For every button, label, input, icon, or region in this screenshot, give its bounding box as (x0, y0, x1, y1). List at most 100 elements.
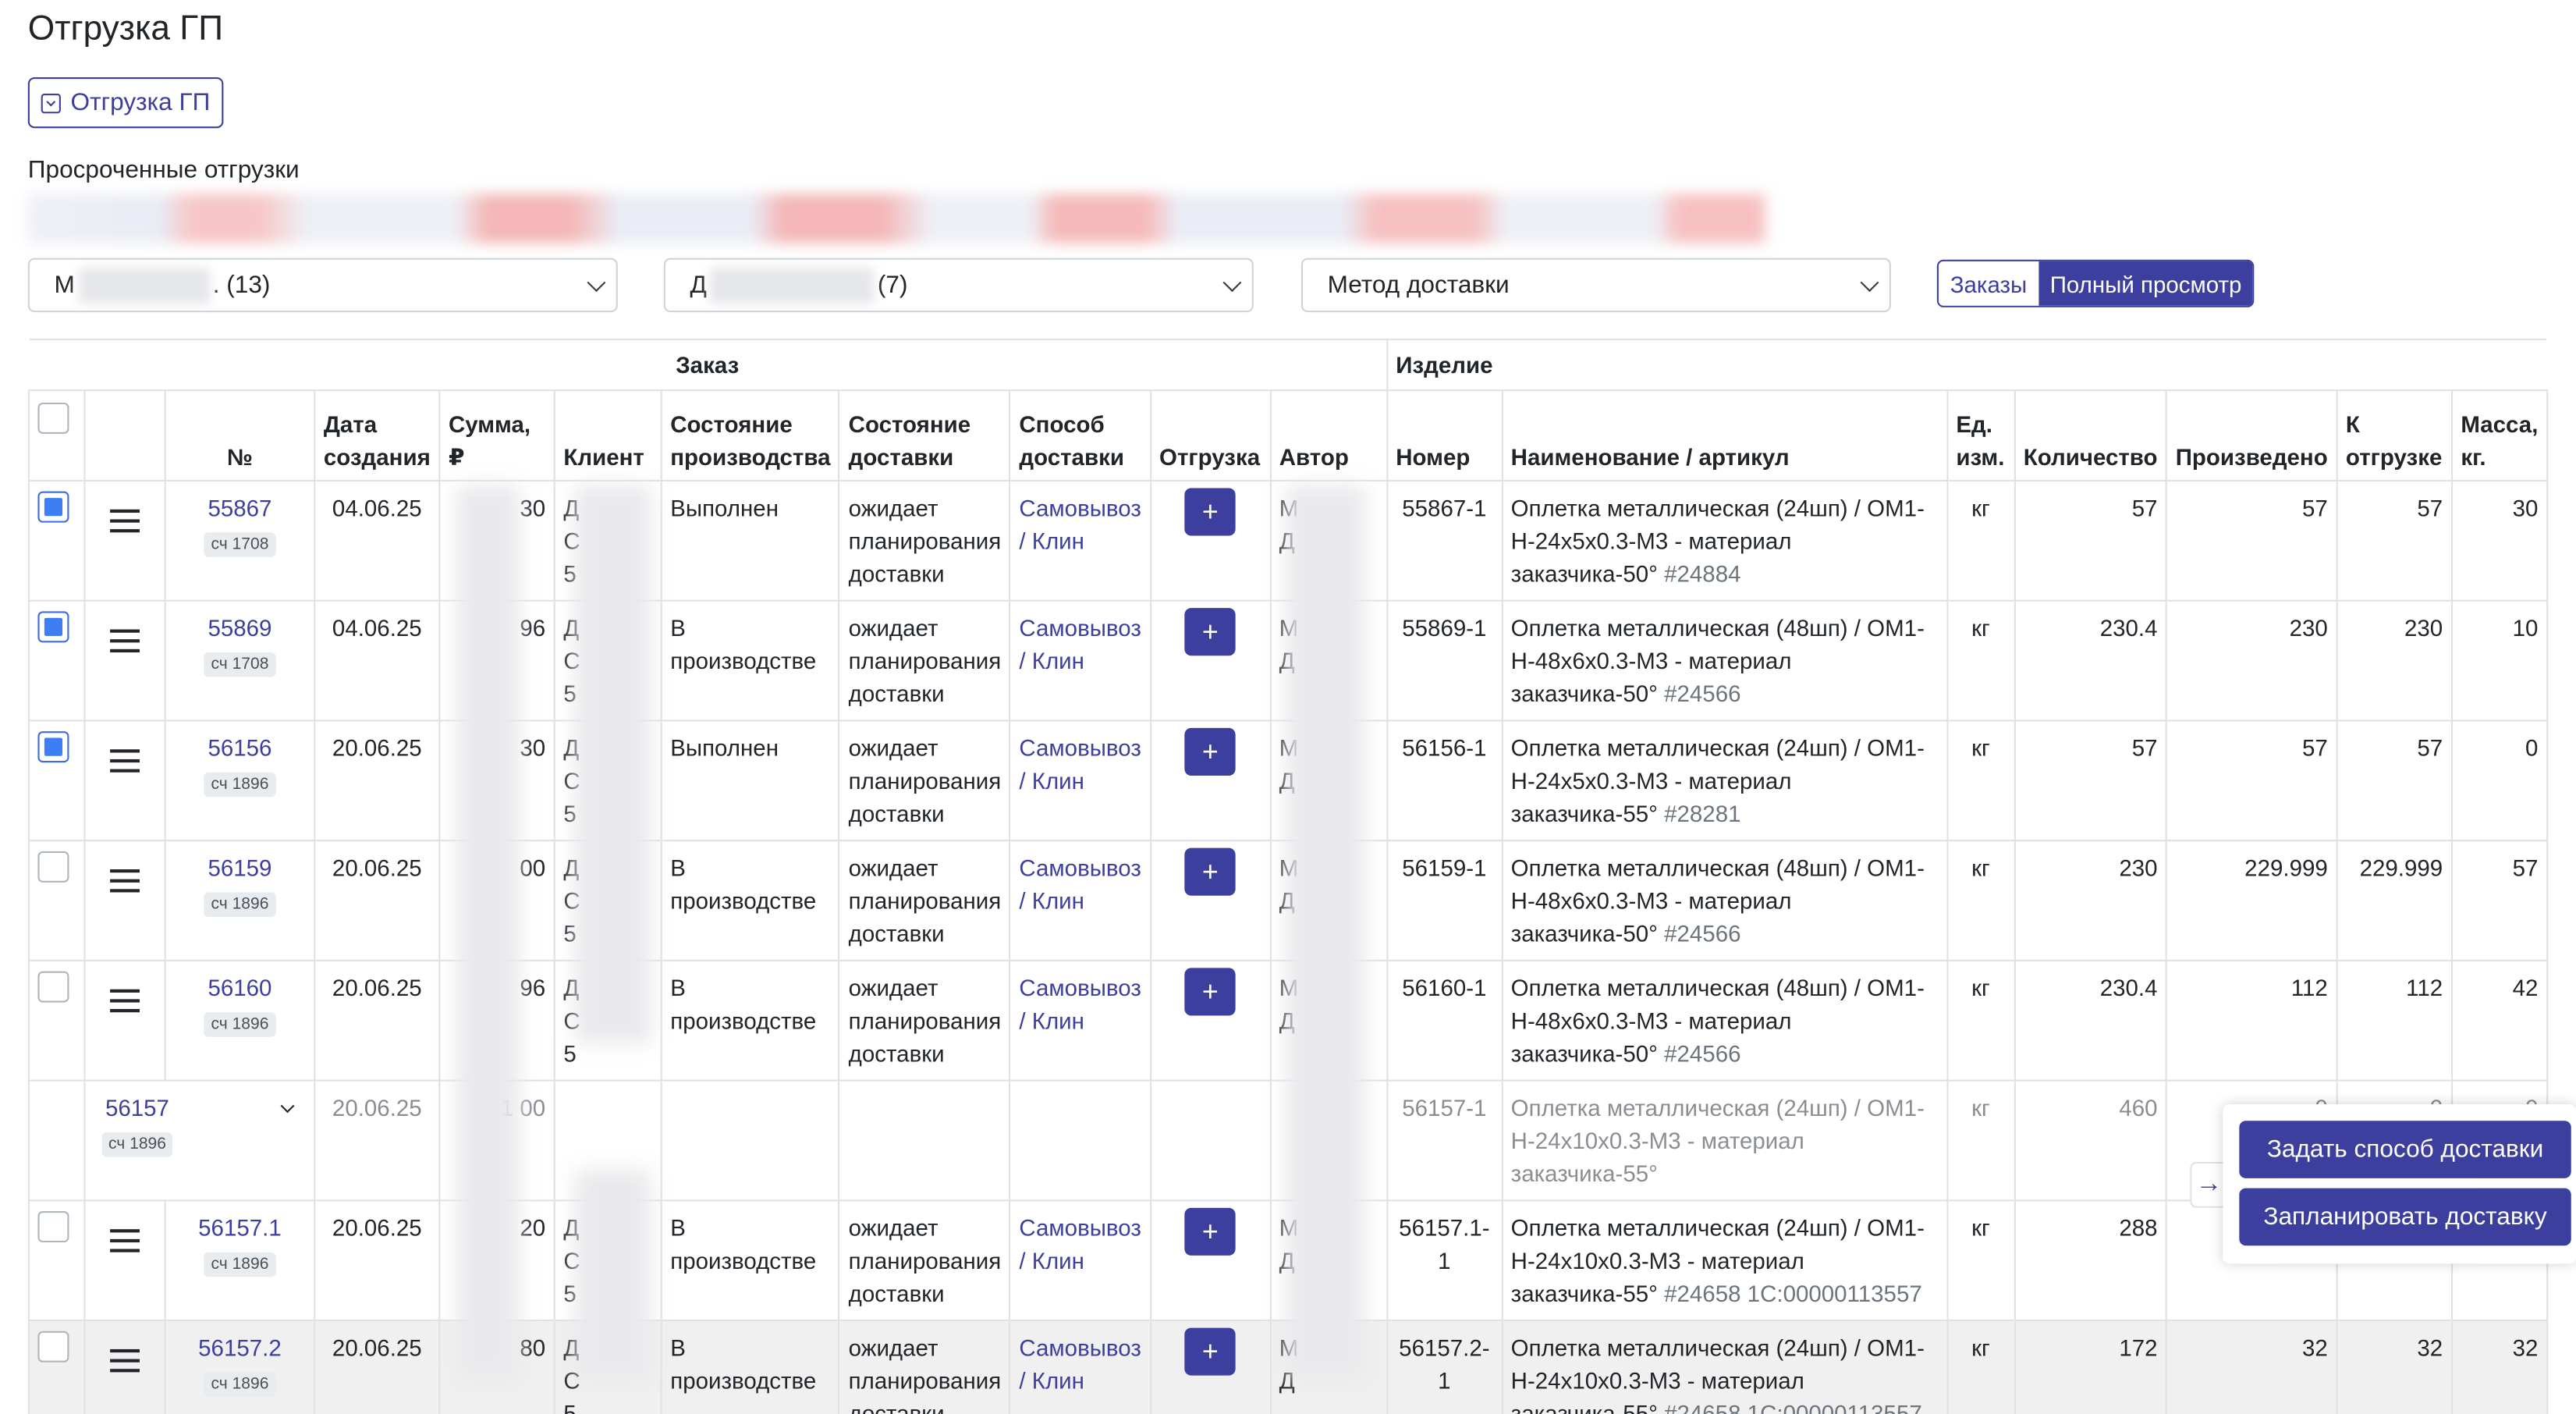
order-link[interactable]: 56159 (208, 854, 271, 881)
col-date[interactable]: Дата создания (314, 389, 441, 482)
select-all-checkbox[interactable] (37, 402, 69, 434)
menu-icon[interactable] (110, 749, 140, 779)
menu-icon[interactable] (110, 1348, 140, 1379)
group-header-order: Заказ (28, 338, 1388, 392)
row-checkbox[interactable] (37, 851, 69, 883)
page-title: Отгрузка ГП (27, 9, 224, 48)
cell-empty (27, 1079, 86, 1202)
view-full-button[interactable]: Полный просмотр (2038, 261, 2254, 306)
cell-unit: кг (1946, 479, 2016, 602)
col-prod-state[interactable]: Состояние производства (660, 389, 841, 482)
cell-name: Оплетка металлическая (24шп) / ОМ1-Н-24х… (1501, 479, 1948, 602)
delivery-method-link[interactable]: Самовывоз / Клин (1019, 854, 1141, 914)
order-link[interactable]: 56157.1 (198, 1214, 282, 1241)
add-shipment-button[interactable]: + (1184, 608, 1236, 656)
menu-icon[interactable] (110, 509, 140, 539)
export-shipment-button[interactable]: Отгрузка ГП (27, 76, 224, 129)
cell-to-ship: 57 (2336, 719, 2453, 842)
col-unit[interactable]: Ед. изм. (1946, 389, 2016, 482)
add-shipment-button[interactable]: + (1184, 488, 1236, 536)
cell-no: 55867 сч 1708 (164, 479, 316, 602)
manager-select[interactable]: М . (13) (27, 258, 618, 313)
cell-method (1009, 1079, 1151, 1202)
cell-prod-state: Выполнен (660, 479, 841, 602)
set-delivery-method-button[interactable]: Задать способ доставки (2239, 1121, 2571, 1178)
cell-unit: кг (1946, 840, 2016, 961)
invoice-badge: сч 1896 (204, 892, 275, 918)
col-method[interactable]: Способ доставки (1009, 389, 1151, 482)
cell-produced: 57 (2166, 479, 2338, 602)
cell-checkbox (27, 959, 86, 1082)
row-checkbox[interactable] (37, 1331, 69, 1362)
add-shipment-button[interactable]: + (1184, 1327, 1236, 1376)
cell-menu (83, 959, 166, 1082)
order-link[interactable]: 55869 (208, 615, 271, 641)
cell-prod-state: В производстве (660, 1199, 841, 1322)
col-no[interactable]: № (164, 389, 316, 482)
manager-value: . (13) (212, 271, 271, 300)
group-header-item: Изделие (1386, 338, 2548, 392)
delivery-method-link[interactable]: Самовывоз / Клин (1019, 1334, 1141, 1394)
delivery-method-select[interactable]: Метод доставки (1300, 258, 1891, 313)
cell-unit: кг (1946, 1320, 2016, 1414)
menu-icon[interactable] (110, 869, 140, 899)
cell-checkbox (27, 1199, 86, 1322)
view-orders-button[interactable]: Заказы (1938, 261, 2038, 306)
col-author[interactable]: Автор (1269, 389, 1388, 482)
delivery-select[interactable]: Д (7) (663, 258, 1254, 313)
col-shipment[interactable]: Отгрузка (1149, 389, 1272, 482)
cell-shipment: + (1149, 599, 1272, 722)
cell-qty: 57 (2014, 719, 2168, 842)
add-shipment-button[interactable]: + (1184, 968, 1236, 1016)
overdue-list-blurred (27, 194, 1770, 243)
col-mass[interactable]: Масса, кг. (2450, 389, 2549, 482)
menu-icon[interactable] (110, 1229, 140, 1259)
delivery-method-link[interactable]: Самовывоз / Клин (1019, 734, 1141, 794)
cell-no: 56157.1 сч 1896 (164, 1199, 316, 1322)
chevron-down-icon[interactable] (280, 1099, 295, 1114)
cell-prod-state: В производстве (660, 840, 841, 961)
row-checkbox[interactable] (37, 971, 69, 1003)
delivery-method-link[interactable]: Самовывоз / Клин (1019, 615, 1141, 674)
cell-method: Самовывоз / Клин (1009, 840, 1151, 961)
order-link[interactable]: 55867 (208, 495, 271, 521)
row-checkbox[interactable] (37, 611, 69, 643)
col-menu (83, 389, 166, 482)
col-client[interactable]: Клиент (553, 389, 662, 482)
redacted-client-column (575, 1170, 651, 1380)
cell-prod-state: В производстве (660, 1320, 841, 1414)
menu-icon[interactable] (110, 629, 140, 659)
plan-delivery-button[interactable]: Запланировать доставку (2239, 1188, 2571, 1246)
row-checkbox[interactable] (37, 491, 69, 523)
cell-shipment: + (1149, 1320, 1272, 1414)
col-produced[interactable]: Произведено (2166, 389, 2338, 482)
cell-name: Оплетка металлическая (48шп) / ОМ1-Н-48х… (1501, 599, 1948, 722)
col-deliv-state[interactable]: Состояние доставки (839, 389, 1011, 482)
add-shipment-button[interactable]: + (1184, 727, 1236, 776)
delivery-method-link[interactable]: Самовывоз / Клин (1019, 495, 1141, 554)
delivery-method-link[interactable]: Самовывоз / Клин (1019, 1214, 1141, 1274)
col-number[interactable]: Номер (1386, 389, 1503, 482)
cell-deliv-state: ожидает планирования доставки (839, 599, 1011, 722)
col-qty[interactable]: Количество (2014, 389, 2168, 482)
row-checkbox[interactable] (37, 731, 69, 763)
redacted-text (78, 267, 210, 304)
cell-number: 56160-1 (1386, 959, 1503, 1082)
delivery-method-placeholder: Метод доставки (1327, 271, 1510, 300)
menu-icon[interactable] (110, 989, 140, 1019)
cell-mass: 42 (2450, 959, 2549, 1082)
order-link[interactable]: 56157.2 (198, 1334, 282, 1361)
add-shipment-button[interactable]: + (1184, 847, 1236, 896)
delivery-method-link[interactable]: Самовывоз / Клин (1019, 975, 1141, 1034)
add-shipment-button[interactable]: + (1184, 1207, 1236, 1256)
order-link[interactable]: 56160 (208, 975, 271, 1001)
col-to-ship[interactable]: К отгрузке (2336, 389, 2453, 482)
order-link[interactable]: 56156 (208, 734, 271, 761)
col-sum[interactable]: Сумма, ₽ (438, 389, 555, 482)
order-link[interactable]: 56157 (105, 1095, 169, 1121)
col-name[interactable]: Наименование / артикул (1501, 389, 1948, 482)
cell-number: 56156-1 (1386, 719, 1503, 842)
arrow-right-icon[interactable]: → (2190, 1161, 2227, 1208)
row-checkbox[interactable] (37, 1211, 69, 1243)
redacted-client-column (575, 485, 651, 1044)
